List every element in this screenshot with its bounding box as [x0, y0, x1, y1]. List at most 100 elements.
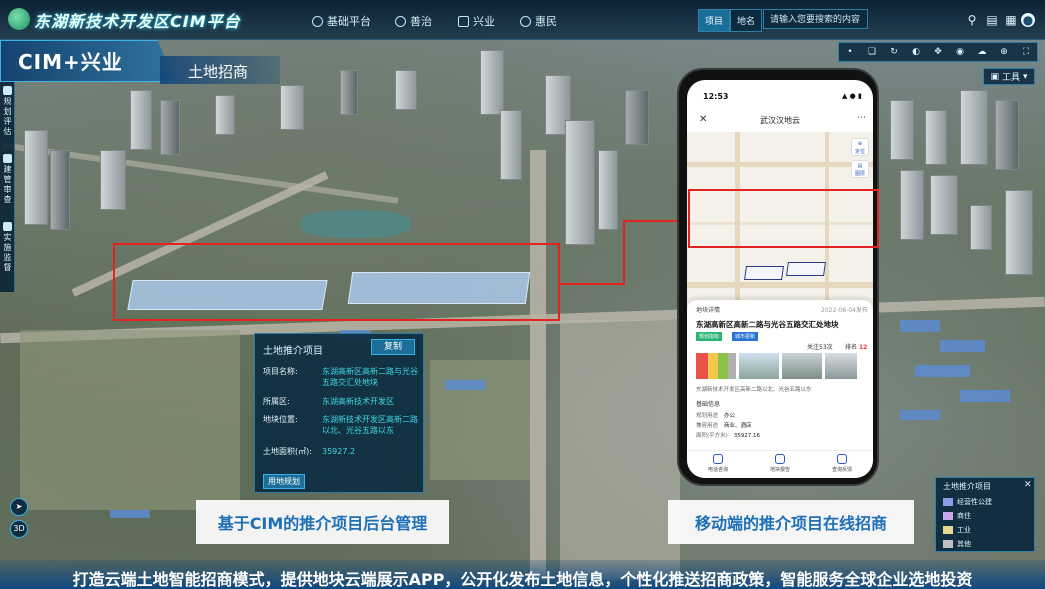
search-tab-project[interactable]: 项目	[698, 9, 731, 32]
chart-icon	[3, 86, 12, 95]
info-label-location: 地块位置:	[263, 415, 298, 424]
measure-icon[interactable]: ❏	[865, 47, 879, 57]
kv-planned-use: 规划用途 办公	[696, 413, 736, 419]
panel-title: 土地推介项目	[263, 346, 323, 357]
search-icon[interactable]: ⚲	[965, 13, 979, 27]
locate-button[interactable]: ⊕ 定位	[851, 138, 869, 156]
pan-icon[interactable]: ✥	[931, 47, 945, 57]
sub-title: 土地招商	[188, 63, 249, 81]
user-icon[interactable]: ●	[1021, 13, 1035, 27]
grid-icon[interactable]: ▦	[1004, 13, 1018, 27]
tag-urban-renewal[interactable]: 城市更新	[732, 332, 759, 341]
eye-icon[interactable]: ◉	[953, 47, 967, 57]
legend: 土地推介项目 ✕ 经营性公建 商住 工业 其他	[935, 477, 1035, 552]
plot-report-button[interactable]: 地块报告	[770, 451, 790, 478]
layers-icon[interactable]: ▤	[985, 13, 999, 27]
base-info-heading: 基础信息	[696, 401, 721, 408]
plan-thumbnail[interactable]	[696, 353, 736, 379]
legend-item[interactable]: 经营性公建	[943, 497, 992, 507]
cloud-icon[interactable]: ☁	[975, 47, 989, 57]
follow-count: 关注53次	[807, 344, 833, 351]
legend-item[interactable]: 其他	[943, 539, 971, 549]
feedback-icon	[836, 454, 847, 464]
kv-compatible-use: 兼容用途 商业、酒店	[696, 423, 752, 429]
nav-item-industry[interactable]: 兴业	[458, 13, 495, 29]
search-tabs: 项目 地名	[698, 9, 763, 32]
people-icon	[520, 15, 531, 27]
fullscreen-icon[interactable]: ⛶	[1019, 47, 1033, 57]
tools-button[interactable]: ▣ 工具 ▾	[983, 68, 1035, 85]
point-icon[interactable]: •	[843, 47, 857, 57]
target-icon[interactable]: ⊕	[997, 47, 1011, 57]
building-icon	[458, 15, 469, 27]
copy-button[interactable]: 复制	[371, 339, 415, 355]
photo-thumbnail[interactable]	[782, 353, 822, 379]
legend-title: 土地推介项目	[943, 482, 991, 491]
close-icon[interactable]: ✕	[1024, 480, 1032, 490]
search-tab-placename[interactable]: 地名	[730, 9, 763, 32]
info-value-location: 东湖新技术开发区高新二路以北、光谷五路以东	[322, 415, 418, 435]
module-title: CIM+兴业	[18, 50, 123, 74]
nav-item-basic-platform[interactable]: 基础平台	[312, 13, 371, 29]
kv-area: 面积(平方米) 35927.16	[696, 433, 761, 439]
status-time: 12:53	[703, 92, 729, 101]
info-value-project-name: 东湖高新区高新二路与光谷五路交汇处地块	[322, 367, 418, 387]
info-value-area: 35927.2	[322, 447, 356, 456]
signal-wifi-battery-icon: ▲ ● ▮	[842, 92, 862, 100]
app-title: 东湖新技术开发区CIM平台	[34, 12, 241, 31]
project-info-panel: 土地推介项目 复制 项目名称: 东湖高新区高新二路与光谷五路交汇处地块 所属区:…	[254, 333, 424, 493]
contrast-icon[interactable]: ◐	[909, 47, 923, 57]
legend-item[interactable]: 工业	[943, 525, 971, 535]
globe-icon	[312, 15, 323, 27]
phone-app-title: 武汉汉地云	[760, 116, 800, 125]
phone-consult-button[interactable]: 电话咨询	[708, 451, 728, 478]
card-date: 2022-08-04发布	[821, 307, 868, 314]
sidebar-item-planning-evaluation[interactable]: 规划评估	[1, 86, 14, 137]
compass-icon[interactable]: ➤	[10, 498, 28, 516]
tag-planning-index[interactable]: 规划指标	[696, 332, 723, 341]
phone-icon	[712, 454, 723, 464]
phone-screen: 12:53 ▲ ● ▮ ✕ 武汉汉地云 ⋯ ⊕ 定位 ▤ 图层 地块详情 2022-…	[687, 80, 873, 478]
connector-line	[560, 283, 624, 285]
legend-swatch	[943, 526, 953, 534]
land-plan-button[interactable]: 用地规划	[263, 474, 305, 489]
connector-line	[623, 220, 625, 285]
card-label: 地块详情	[696, 307, 721, 314]
rank: 排名 12	[845, 344, 868, 351]
phone-plot-shape[interactable]	[744, 266, 784, 280]
layer-button[interactable]: ▤ 图层	[851, 160, 869, 178]
left-sidebar: 规划评估 建管审查 实施监督	[0, 82, 15, 292]
shield-icon	[3, 222, 12, 231]
chevron-down-icon: ▾	[1023, 71, 1028, 82]
more-icon[interactable]: ⋯	[857, 113, 866, 123]
info-label-project-name: 项目名称:	[263, 367, 298, 376]
info-label-area: 土地面积(㎡):	[263, 447, 312, 456]
phone-bottom-nav: 电话咨询 地块报告 查询反馈	[687, 450, 873, 478]
rotate-icon[interactable]: ↻	[887, 47, 901, 57]
card-address: 东湖新技术开发区高新二路以北、光谷五路以东	[696, 387, 812, 393]
phone-plot-shape[interactable]	[786, 262, 826, 276]
photo-thumbnail[interactable]	[739, 353, 779, 379]
nav-item-governance[interactable]: 善治	[395, 13, 432, 29]
photo-thumbnail[interactable]	[825, 353, 857, 379]
clipboard-icon	[3, 154, 12, 163]
plot-detail-card: 地块详情 2022-08-04发布 东湖高新区高新二路与光谷五路交汇处地块 规划…	[687, 300, 873, 478]
caption-mobile: 移动端的推介项目在线招商	[668, 500, 914, 544]
feedback-button[interactable]: 查询反馈	[832, 451, 852, 478]
caption-backend: 基于CIM的推介项目后台管理	[196, 500, 449, 544]
top-bar: 东湖新技术开发区CIM平台 基础平台 善治 兴业 惠民 项目 地名 ⚲ ▤ ▦ …	[0, 0, 1045, 40]
legend-item[interactable]: 商住	[943, 511, 971, 521]
3d-toggle-button[interactable]: 3D	[10, 520, 28, 538]
phone-plot-highlight	[688, 189, 879, 248]
shield-icon	[395, 15, 406, 27]
legend-swatch	[943, 540, 953, 548]
map-toolbar: • ❏ ↻ ◐ ✥ ◉ ☁ ⊕ ⛶	[838, 42, 1038, 62]
info-value-district: 东湖高新技术开发区	[322, 397, 394, 406]
sidebar-item-construction-review[interactable]: 建管审查	[1, 154, 14, 205]
search-input[interactable]	[763, 9, 868, 29]
card-title: 东湖高新区高新二路与光谷五路交汇处地块	[696, 320, 839, 329]
sidebar-item-implementation-supervision[interactable]: 实施监督	[1, 222, 14, 273]
phone-mockup: 12:53 ▲ ● ▮ ✕ 武汉汉地云 ⋯ ⊕ 定位 ▤ 图层 地块详情 2022-…	[677, 68, 879, 486]
legend-swatch	[943, 512, 953, 520]
nav-item-livelihood[interactable]: 惠民	[520, 13, 557, 29]
